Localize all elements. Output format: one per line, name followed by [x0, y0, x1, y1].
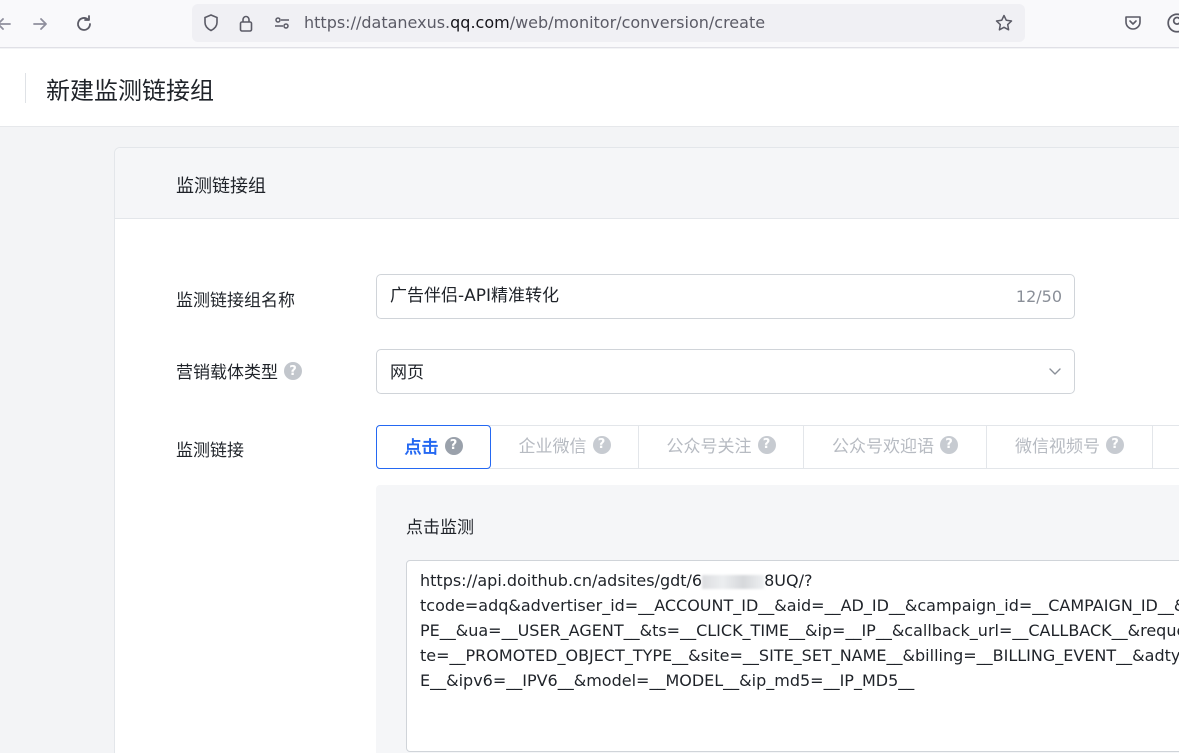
url-line-2: tcode=adq&advertiser_id=__ACCOUNT_ID__&a…	[420, 596, 1179, 615]
card-title: 监测链接组	[176, 176, 266, 197]
reload-icon[interactable]	[70, 10, 98, 38]
page-header: 新建监测链接组	[0, 49, 1179, 127]
tab-official-welcome-label: 公众号欢迎语	[832, 437, 934, 457]
tab-wecom-label: 企业微信	[518, 437, 587, 457]
help-icon[interactable]: ?	[757, 436, 776, 454]
group-name-input[interactable]: 广告伴侣-API精准转化 12/50	[376, 274, 1075, 319]
url-line-1-end: 8UQ/?	[764, 571, 813, 590]
redacted-segment	[702, 574, 765, 589]
carrier-type-value: 网页	[390, 363, 424, 383]
char-counter: 12/50	[1015, 287, 1062, 306]
link-label: 监测链接	[176, 436, 244, 461]
url-line-3: PE__&ua=__USER_AGENT__&ts=__CLICK_TIME__…	[420, 621, 1179, 640]
card-header: 监测链接组	[115, 148, 1179, 219]
click-monitor-panel: 点击监测 https://api.doithub.cn/adsites/gdt/…	[376, 485, 1179, 753]
url-path: /web/monitor/conversion/create	[509, 13, 766, 32]
tab-wechat-channels-label: 微信视频号	[1015, 437, 1100, 457]
chevron-down-icon	[1049, 368, 1061, 375]
name-label-text: 监测链接组名称	[176, 291, 295, 311]
browser-toolbar: https://datanexus.qq.com/web/monitor/con…	[0, 0, 1179, 48]
help-icon[interactable]: ?	[284, 362, 302, 380]
address-bar[interactable]: https://datanexus.qq.com/web/monitor/con…	[192, 4, 1025, 42]
tab-official-welcome[interactable]: 公众号欢迎语?	[804, 425, 987, 469]
bookmark-star-icon[interactable]	[994, 13, 1014, 33]
back-icon[interactable]	[0, 10, 18, 38]
help-icon[interactable]: ?	[940, 436, 958, 454]
shield-icon[interactable]	[201, 13, 221, 33]
lock-icon[interactable]	[236, 13, 256, 33]
link-label-text: 监测链接	[176, 441, 244, 461]
url-host: qq.com	[450, 13, 510, 32]
page-title: 新建监测链接组	[46, 77, 214, 105]
url-line-4: te=__PROMOTED_OBJECT_TYPE__&site=__SITE_…	[420, 646, 1179, 665]
monitor-group-card: 监测链接组 监测链接组名称 广告伴侣-API精准转化 12/50 营销载体类型?…	[114, 147, 1179, 753]
link-type-tabs: 点击? 企业微信? 公众号关注? 公众号欢迎语? 微信视频号?	[376, 425, 1179, 469]
tab-official-follow[interactable]: 公众号关注?	[639, 425, 804, 469]
carrier-label: 营销载体类型?	[176, 358, 302, 383]
carrier-label-text: 营销载体类型	[176, 363, 278, 383]
forward-icon[interactable]	[26, 10, 54, 38]
help-icon[interactable]: ?	[1106, 436, 1124, 454]
url-text[interactable]: https://datanexus.qq.com/web/monitor/con…	[304, 4, 765, 42]
tab-wecom[interactable]: 企业微信?	[491, 425, 639, 469]
header-divider	[25, 73, 26, 103]
account-icon[interactable]	[1166, 12, 1179, 34]
url-line-1: https://api.doithub.cn/adsites/gdt/6 8UQ/…	[420, 571, 812, 590]
carrier-type-select[interactable]: 网页	[376, 349, 1075, 394]
tab-click-label: 点击	[404, 438, 439, 458]
url-prefix: https://datanexus.	[304, 13, 451, 32]
permissions-icon[interactable]	[272, 13, 292, 33]
tab-official-follow-label: 公众号关注	[666, 437, 752, 457]
tab-click[interactable]: 点击?	[376, 425, 491, 469]
name-label: 监测链接组名称	[176, 286, 295, 311]
url-line-1-start: https://api.doithub.cn/adsites/gdt/6	[420, 571, 703, 590]
tab-wechat-channels[interactable]: 微信视频号?	[987, 425, 1153, 469]
url-line-5: E__&ipv6=__IPV6__&model=__MODEL__&ip_md5…	[420, 671, 915, 690]
help-icon[interactable]: ?	[592, 436, 611, 454]
monitor-url-textarea[interactable]: https://api.doithub.cn/adsites/gdt/6 8UQ/…	[406, 560, 1179, 752]
group-name-value: 广告伴侣-API精准转化	[390, 286, 560, 306]
help-icon[interactable]: ?	[444, 437, 463, 455]
pocket-icon[interactable]	[1122, 12, 1144, 34]
panel-title: 点击监测	[406, 518, 474, 538]
